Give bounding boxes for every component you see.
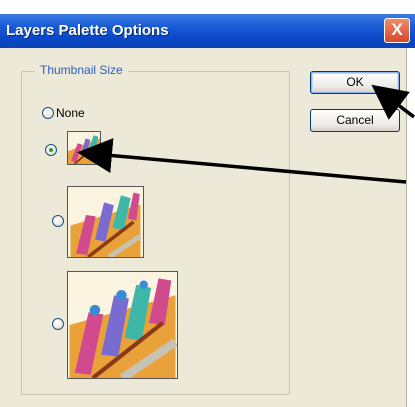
thumbnail-large-preview[interactable]	[67, 271, 178, 379]
thumbnail-none-label: None	[56, 106, 85, 120]
thumbnail-large-radio[interactable]	[52, 318, 64, 330]
thumbnail-art-medium	[70, 187, 142, 257]
thumbnail-size-label: Thumbnail Size	[35, 63, 128, 77]
thumbnail-small-preview[interactable]	[67, 131, 101, 165]
close-icon: X	[391, 20, 403, 39]
window-edge	[406, 48, 415, 407]
dialog-title: Layers Palette Options	[6, 22, 169, 39]
thumbnail-medium-radio[interactable]	[52, 215, 64, 227]
layers-palette-options-dialog: Layers Palette Options X Thumbnail Size …	[0, 0, 415, 407]
close-button[interactable]: X	[384, 18, 410, 43]
screen-background	[0, 0, 415, 14]
ok-button[interactable]: OK	[310, 71, 400, 94]
thumbnail-none-radio[interactable]	[42, 107, 54, 119]
thumbnail-medium-preview[interactable]	[67, 186, 144, 258]
thumbnail-art-small	[68, 132, 100, 164]
title-bar[interactable]: Layers Palette Options X	[0, 14, 415, 48]
thumbnail-small-radio[interactable]	[45, 144, 57, 156]
cancel-button[interactable]: Cancel	[310, 109, 400, 132]
thumbnail-art-large	[69, 272, 177, 378]
